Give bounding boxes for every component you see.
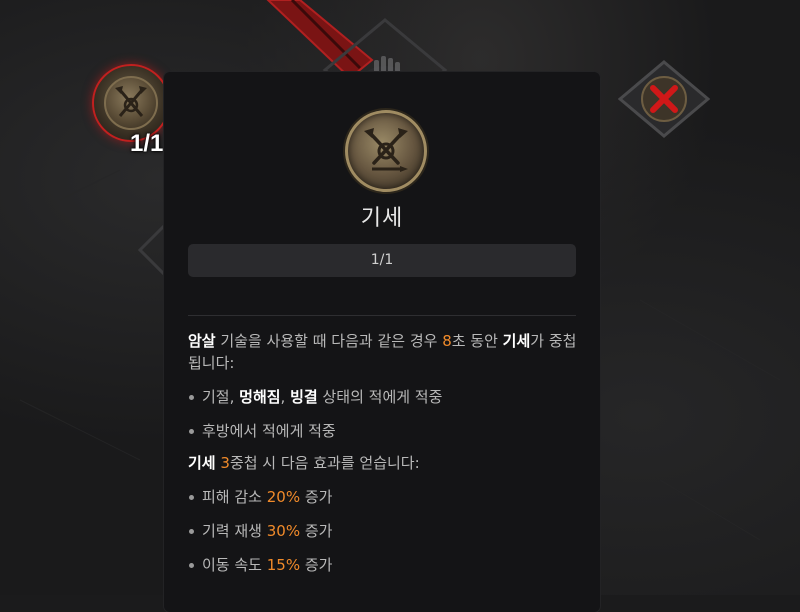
description-paragraph: 암살 기술을 사용할 때 다음과 같은 경우 8초 동안 기세가 중첩됩니다: — [188, 332, 577, 372]
crossed-axes-node-icon — [104, 76, 158, 130]
skill-name: 기세 — [360, 206, 404, 231]
locked-skill-node[interactable] — [617, 60, 711, 138]
crossed-axes-sword-emblem-icon — [345, 110, 427, 192]
skill-rank-bar: 1/1 — [188, 244, 576, 277]
skill-tooltip: 기세 1/1 암살 기술을 사용할 때 다음과 같은 경우 8초 동안 기세가 … — [164, 72, 600, 612]
skill-description: 암살 기술을 사용할 때 다음과 같은 경우 8초 동안 기세가 중첩됩니다: … — [188, 330, 580, 576]
effect-item: 기력 재생 30% 증가 — [188, 520, 580, 542]
condition-item: 기절, 멍해짐, 빙결 상태의 적에게 적중 — [188, 386, 580, 408]
condition-item: 후방에서 적에게 적중 — [188, 420, 580, 442]
effect-item: 피해 감소 20% 증가 — [188, 486, 580, 508]
red-x-icon — [617, 60, 711, 138]
description-paragraph: 기세 3중첩 시 다음 효과를 얻습니다: — [188, 454, 420, 472]
node-rank-label: 1/1 — [130, 130, 164, 157]
divider — [188, 315, 576, 316]
effect-item: 이동 속도 15% 증가 — [188, 554, 580, 576]
